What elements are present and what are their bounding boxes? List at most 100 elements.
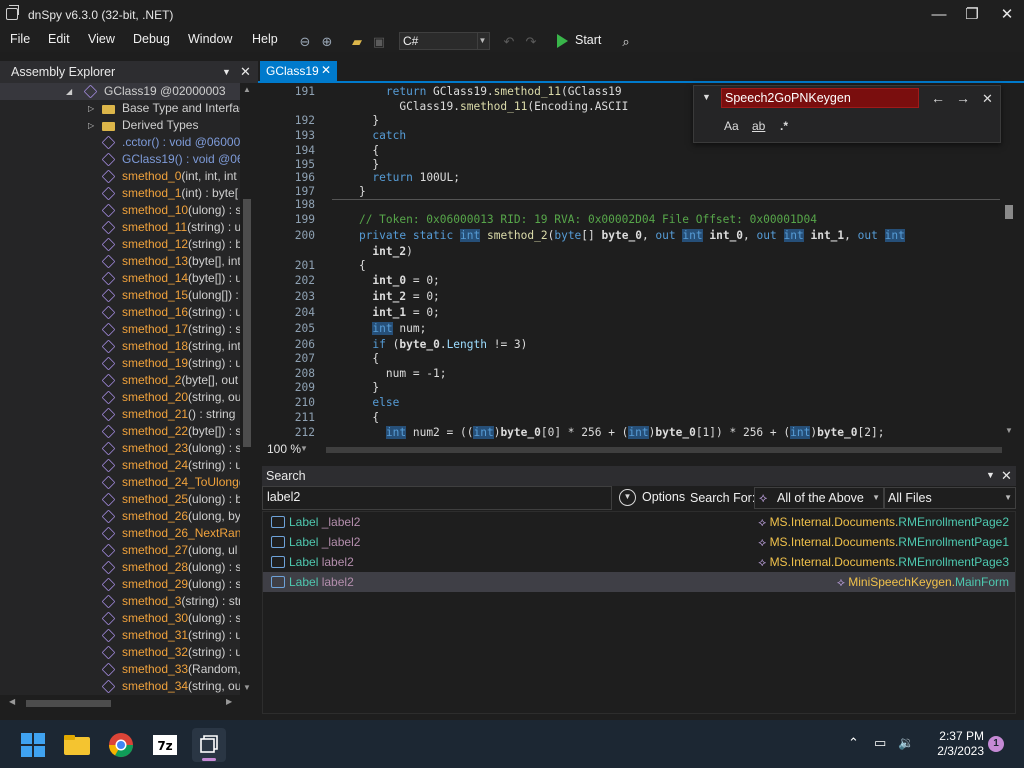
code-line[interactable]: 207 { (262, 352, 1002, 367)
tree-method-item[interactable]: smethod_16(string) : u (0, 304, 240, 321)
volume-icon[interactable]: 🔉 (898, 735, 914, 751)
tree-method-item[interactable]: smethod_30(ulong) : s (0, 610, 240, 627)
notification-badge[interactable]: 1 (988, 736, 1004, 752)
code-line[interactable]: 202 int_0 = 0; (262, 274, 1002, 289)
editor-vscrollbar[interactable]: ▼ (1002, 83, 1016, 440)
toggle-replace-icon[interactable]: ▼ (702, 92, 711, 102)
scroll-down-icon[interactable]: ▼ (243, 683, 251, 692)
expand-arrow-icon[interactable]: ▷ (88, 100, 94, 117)
tab-gclass19[interactable]: GClass19 ✕ (260, 61, 337, 81)
maximize-button[interactable]: ❐ (957, 4, 987, 26)
code-line[interactable]: 209 } (262, 381, 1002, 396)
tree-method-item[interactable]: smethod_28(ulong) : s (0, 559, 240, 576)
regex-icon[interactable]: .* (780, 119, 788, 133)
match-case-icon[interactable]: Aa (724, 119, 739, 133)
tree-method-item[interactable]: smethod_10(ulong) : s (0, 202, 240, 219)
code-line[interactable]: 212 int num2 = ((int)byte_0[0] * 256 + (… (262, 426, 1002, 440)
scroll-down-icon[interactable]: ▼ (1005, 426, 1013, 435)
open-folder-icon[interactable]: ▰ (348, 33, 366, 51)
tree-method-item[interactable]: smethod_26(ulong, by (0, 508, 240, 525)
tree-method-item[interactable]: smethod_20(string, ou (0, 389, 240, 406)
scroll-up-icon[interactable]: ▲ (243, 85, 251, 94)
tree-folder-item[interactable]: ▷ Derived Types (0, 117, 240, 134)
menu-edit[interactable]: Edit (48, 32, 70, 46)
tree-method-item[interactable]: smethod_19(string) : u (0, 355, 240, 372)
code-line[interactable]: 198 (262, 198, 1002, 213)
search-for-select[interactable]: ⟡ All of the Above ▼ (754, 487, 884, 509)
tree-method-item[interactable]: smethod_17(string) : s (0, 321, 240, 338)
tree-method-item[interactable]: smethod_2(byte[], out (0, 372, 240, 389)
panel-close-icon[interactable]: ✕ (240, 64, 251, 80)
tree-method-item[interactable]: smethod_25(ulong) : b (0, 491, 240, 508)
search-input[interactable]: label2 (262, 486, 612, 510)
code-line[interactable]: 206 if (byte_0.Length != 3) (262, 338, 1002, 353)
panel-menu-icon[interactable]: ▼ (986, 470, 995, 480)
search-files-select[interactable]: All Files ▼ (884, 487, 1016, 509)
assembly-tree-vscrollbar[interactable]: ▲ ▼ (240, 83, 254, 695)
tree-method-item[interactable]: smethod_29(ulong) : s (0, 576, 240, 593)
find-input[interactable]: Speech2GoPNKeygen (721, 88, 919, 108)
tree-method-item[interactable]: smethod_23(ulong) : s (0, 440, 240, 457)
search-result-row[interactable]: Label _label2 ⟡ MS.Internal.Documents.RME… (263, 532, 1015, 552)
collapse-arrow-icon[interactable]: ◢ (66, 83, 72, 100)
find-close-icon[interactable]: ✕ (982, 91, 993, 107)
tree-method-item[interactable]: smethod_22(byte[]) : s (0, 423, 240, 440)
close-button[interactable]: ✕ (992, 4, 1022, 26)
menu-file[interactable]: File (10, 32, 30, 46)
tree-class-item[interactable]: ◢ GClass19 @02000003 (0, 83, 240, 100)
menu-window[interactable]: Window (188, 32, 232, 46)
search-result-row[interactable]: Label label2 ⟡ MS.Internal.Documents.RMEn… (263, 552, 1015, 572)
scroll-thumb[interactable] (1005, 205, 1013, 219)
tab-close-icon[interactable]: ✕ (321, 63, 331, 77)
code-line[interactable]: 196 return 100UL; (262, 171, 1002, 186)
panel-menu-icon[interactable]: ▼ (222, 67, 231, 77)
file-explorer-icon[interactable] (60, 728, 94, 762)
tree-method-item[interactable]: smethod_33(Random, (0, 661, 240, 678)
7zip-icon[interactable]: 7z (148, 728, 182, 762)
tree-method-item[interactable]: smethod_21() : string (0, 406, 240, 423)
code-line[interactable]: 201 { (262, 259, 1002, 274)
editor-hscroll-thumb[interactable] (326, 447, 1002, 453)
code-line[interactable]: 194 { (262, 144, 1002, 159)
scroll-thumb[interactable] (26, 700, 111, 707)
code-line[interactable]: 205 int num; (262, 322, 1002, 337)
undo-icon[interactable]: ↶ (500, 33, 518, 51)
tree-method-item[interactable]: smethod_27(ulong, ul (0, 542, 240, 559)
tree-method-item[interactable]: smethod_31(string) : u (0, 627, 240, 644)
tree-method-item[interactable]: smethod_18(string, int (0, 338, 240, 355)
tree-method-item[interactable]: smethod_13(byte[], int (0, 253, 240, 270)
redo-icon[interactable]: ↷ (522, 33, 540, 51)
code-line[interactable]: 211 { (262, 411, 1002, 426)
menu-view[interactable]: View (88, 32, 115, 46)
menu-debug[interactable]: Debug (133, 32, 170, 46)
code-line[interactable]: 199 // Token: 0x06000013 RID: 19 RVA: 0x… (262, 213, 1002, 228)
tree-method-item[interactable]: smethod_1(int) : byte[ (0, 185, 240, 202)
tree-method-item[interactable]: smethod_26_NextRan (0, 525, 240, 542)
tree-method-item[interactable]: smethod_24(string) : u (0, 457, 240, 474)
code-line[interactable]: 203 int_2 = 0; (262, 290, 1002, 305)
tree-method-item[interactable]: GClass19() : void @060 (0, 151, 240, 168)
scroll-left-icon[interactable]: ◀ (9, 697, 15, 706)
tree-folder-item[interactable]: ▷ Base Type and Interfac (0, 100, 240, 117)
tree-method-item[interactable]: smethod_32(string) : u (0, 644, 240, 661)
find-previous-icon[interactable]: ← (931, 90, 945, 106)
search-result-row[interactable]: Label _label2 ⟡ MS.Internal.Documents.RME… (263, 512, 1015, 532)
scroll-thumb[interactable] (243, 199, 251, 447)
scroll-right-icon[interactable]: ▶ (226, 697, 232, 706)
chrome-icon[interactable] (104, 728, 138, 762)
taskbar-clock[interactable]: 2:37 PM 2/3/2023 (924, 729, 984, 759)
code-line[interactable]: 208 num = -1; (262, 367, 1002, 382)
code-line[interactable]: 204 int_1 = 0; (262, 306, 1002, 321)
tree-method-item[interactable]: smethod_24_ToUlong( (0, 474, 240, 491)
menu-help[interactable]: Help (252, 32, 278, 46)
dnspy-taskbar-icon[interactable] (192, 728, 226, 762)
show-hidden-icons-icon[interactable]: ⌃ (848, 735, 859, 751)
tree-method-item[interactable]: smethod_3(string) : str (0, 593, 240, 610)
tree-method-item[interactable]: smethod_0(int, int, int (0, 168, 240, 185)
search-icon[interactable]: ⌕ (617, 33, 635, 51)
tree-method-item[interactable]: smethod_34(string, ou (0, 678, 240, 695)
network-icon[interactable]: ▭ (874, 735, 886, 751)
code-line[interactable]: int_2) (262, 245, 1002, 260)
code-line[interactable]: 200 private static int smethod_2(byte[] … (262, 229, 1002, 244)
tree-method-item[interactable]: .cctor() : void @06000 (0, 134, 240, 151)
